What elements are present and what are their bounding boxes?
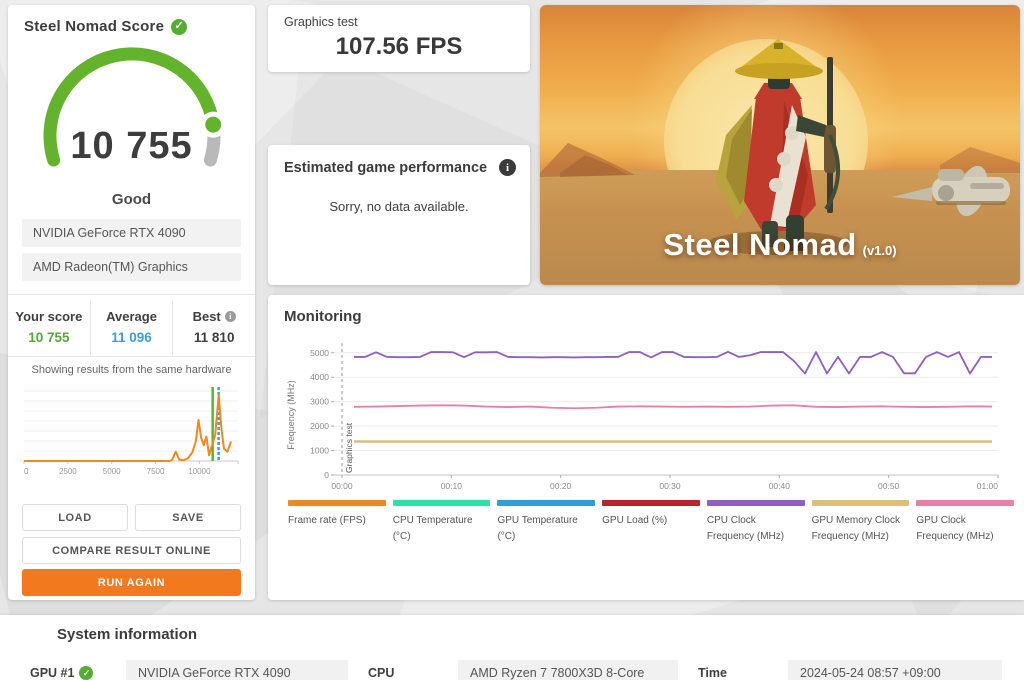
gpu-value: NVIDIA GeForce RTX 4090	[126, 660, 348, 680]
svg-text:00:50: 00:50	[878, 481, 900, 491]
legend-label: CPU Temperature (°C)	[392, 515, 473, 542]
legend-label: Frame rate (FPS)	[288, 515, 366, 526]
legend-item[interactable]: GPU Memory Clock Frequency (MHz)	[811, 500, 910, 544]
best-info-icon[interactable]: i	[224, 311, 236, 322]
svg-text:4000: 4000	[310, 372, 329, 382]
stat-your-score: Your score 10 755	[15, 309, 83, 345]
legend-item[interactable]: GPU Temperature (°C)	[497, 500, 596, 544]
svg-text:5000: 5000	[103, 467, 121, 476]
legend-color-bar	[497, 500, 596, 506]
legend-item[interactable]: CPU Temperature (°C)	[392, 500, 491, 544]
gpu-name-box: NVIDIA GeForce RTX 4090	[22, 219, 241, 247]
svg-text:Graphics test: Graphics test	[344, 422, 354, 473]
svg-text:0: 0	[24, 467, 29, 476]
score-value: 10 755	[70, 125, 193, 167]
monitoring-chart: 0 1000 2000 3000 4000 5000 00:00 00:10 00:20 00:3…	[286, 343, 999, 491]
monitoring-title: Monitoring	[284, 308, 362, 325]
system-information-title: System information	[57, 626, 198, 643]
svg-text:10000: 10000	[188, 467, 211, 476]
legend-item[interactable]: GPU Clock Frequency (MHz)	[916, 500, 1015, 544]
legend-label: GPU Load (%)	[602, 515, 668, 526]
svg-text:00:40: 00:40	[769, 481, 791, 491]
svg-text:5000: 5000	[310, 348, 329, 358]
svg-text:7500: 7500	[147, 467, 165, 476]
steel-nomad-hero-image: Steel Nomad (v1.0)	[540, 5, 1020, 285]
legend-item[interactable]: Frame rate (FPS)	[288, 500, 386, 544]
hero-version: (v1.0)	[862, 243, 897, 258]
svg-text:01:00: 01:00	[977, 481, 999, 491]
score-card-title: Steel Nomad Score	[24, 18, 165, 35]
svg-text:3000: 3000	[310, 397, 329, 407]
estimated-info-icon[interactable]: i	[499, 159, 516, 176]
graphics-test-card: Graphics test 107.56 FPS	[268, 5, 530, 72]
score-rating: Good	[111, 191, 152, 208]
svg-text:2500: 2500	[59, 467, 77, 476]
load-button[interactable]: LOAD	[22, 504, 128, 531]
gpu-label: GPU #1 ✓	[30, 666, 126, 680]
time-value: 2024-05-24 08:57 +09:00	[788, 660, 1002, 680]
score-histogram: 0 2500 5000 7500 10000	[23, 387, 239, 476]
svg-text:00:30: 00:30	[659, 481, 681, 491]
estimated-performance-title: Estimated game performance	[284, 159, 488, 176]
monitoring-legend: Frame rate (FPS) CPU Temperature (°C) GPU …	[288, 500, 1015, 544]
svg-text:Frequency (MHz): Frequency (MHz)	[286, 380, 296, 450]
score-card: Steel Nomad Score ✓ 10 755 Good NVIDIA G…	[8, 5, 255, 600]
cpu-label: CPU	[368, 666, 395, 680]
legend-label: GPU Temperature (°C)	[497, 515, 578, 542]
gpu-check-icon: ✓	[79, 666, 94, 680]
system-information-panel: System information GPU #1 ✓ NVIDIA GeFor…	[0, 615, 1024, 680]
legend-color-bar	[602, 500, 700, 506]
valid-check-icon: ✓	[171, 18, 188, 35]
svg-text:00:10: 00:10	[441, 481, 463, 491]
legend-color-bar	[706, 500, 805, 506]
time-label: Time	[698, 666, 727, 680]
svg-text:00:00: 00:00	[331, 481, 353, 491]
legend-color-bar	[916, 500, 1015, 506]
legend-color-bar	[811, 500, 910, 506]
svg-text:1000: 1000	[310, 446, 329, 456]
score-stats-row: Your score 10 755 Average 11 096 Best i …	[8, 301, 255, 355]
run-again-button[interactable]: RUN AGAIN	[22, 569, 241, 596]
no-data-message: Sorry, no data available.	[329, 199, 469, 214]
legend-label: GPU Memory Clock Frequency (MHz)	[811, 515, 900, 542]
gpu2-name-box: AMD Radeon(TM) Graphics	[22, 253, 241, 281]
stat-average: Average 11 096	[89, 301, 173, 355]
legend-color-bar	[392, 500, 491, 506]
svg-text:2000: 2000	[310, 421, 329, 431]
estimated-performance-card: Estimated game performance i Sorry, no d…	[268, 145, 530, 285]
graphics-test-fps: 107.56 FPS	[335, 33, 463, 60]
svg-text:00:20: 00:20	[550, 481, 572, 491]
hero-title: Steel Nomad	[663, 227, 857, 262]
save-button[interactable]: SAVE	[135, 504, 241, 531]
legend-color-bar	[288, 500, 386, 506]
histogram-caption: Showing results from the same hardware	[31, 364, 232, 376]
stat-best: Best i 11 810	[172, 301, 255, 355]
svg-text:0: 0	[324, 470, 329, 480]
compare-result-button[interactable]: COMPARE RESULT ONLINE	[22, 537, 241, 564]
graphics-test-label: Graphics test	[284, 15, 358, 29]
legend-item[interactable]: GPU Load (%)	[602, 500, 700, 544]
legend-label: GPU Clock Frequency (MHz)	[916, 515, 994, 542]
cpu-value: AMD Ryzen 7 7800X3D 8-Core	[458, 660, 678, 680]
legend-label: CPU Clock Frequency (MHz)	[706, 515, 785, 542]
legend-item[interactable]: CPU Clock Frequency (MHz)	[706, 500, 805, 544]
monitoring-card: Monitoring 0 1000 2000 3000 4000 5000 00:00 00:…	[268, 295, 1024, 600]
